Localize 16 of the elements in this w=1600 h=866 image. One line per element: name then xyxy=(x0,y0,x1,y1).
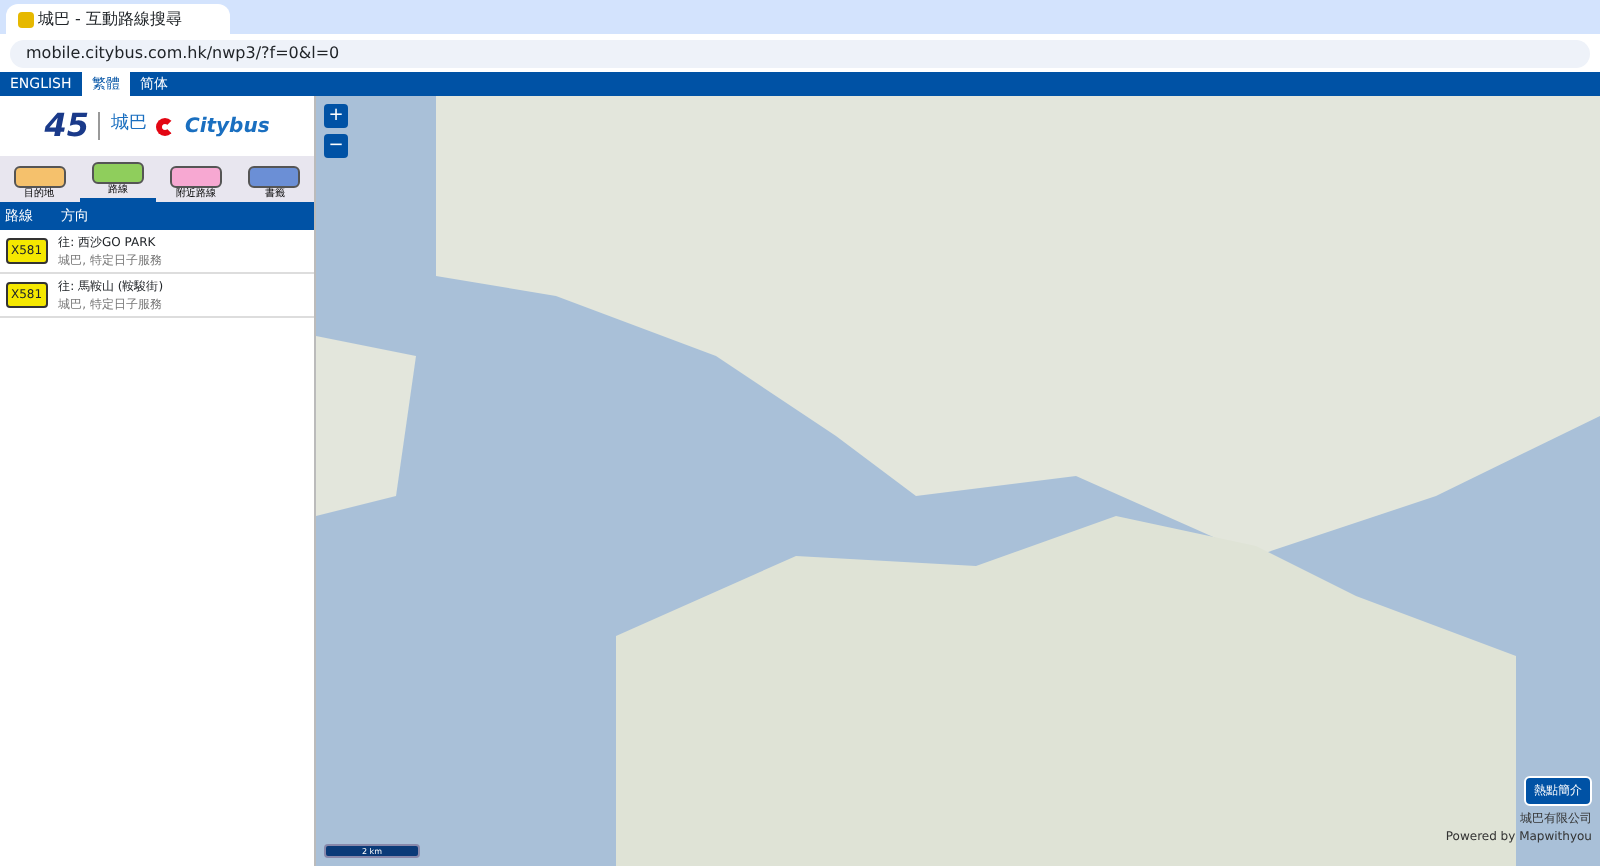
anniversary-logo: 45 xyxy=(44,104,89,148)
browser-tab[interactable]: 城巴 - 互動路線搜尋 xyxy=(5,4,229,34)
brand-logo-icon xyxy=(156,117,175,135)
zoom-out-button[interactable]: − xyxy=(324,133,348,157)
tab-title: 城巴 - 互動路線搜尋 xyxy=(38,7,184,31)
brand-name: Citybus xyxy=(184,113,270,141)
mode-icon xyxy=(91,161,144,183)
brand-name-chinese: 城巴 xyxy=(98,112,147,140)
favicon-icon xyxy=(17,11,33,27)
mode-icon xyxy=(13,165,66,187)
zoom-in-button[interactable]: + xyxy=(324,104,348,128)
address-bar[interactable]: mobile.citybus.com.hk/nwp3/?f=0&l=0 xyxy=(10,39,1590,67)
map-drawing[interactable] xyxy=(316,96,1600,866)
mode-icon xyxy=(170,165,223,187)
url-text: mobile.citybus.com.hk/nwp3/?f=0&l=0 xyxy=(26,41,340,65)
mode-icon xyxy=(248,165,301,187)
